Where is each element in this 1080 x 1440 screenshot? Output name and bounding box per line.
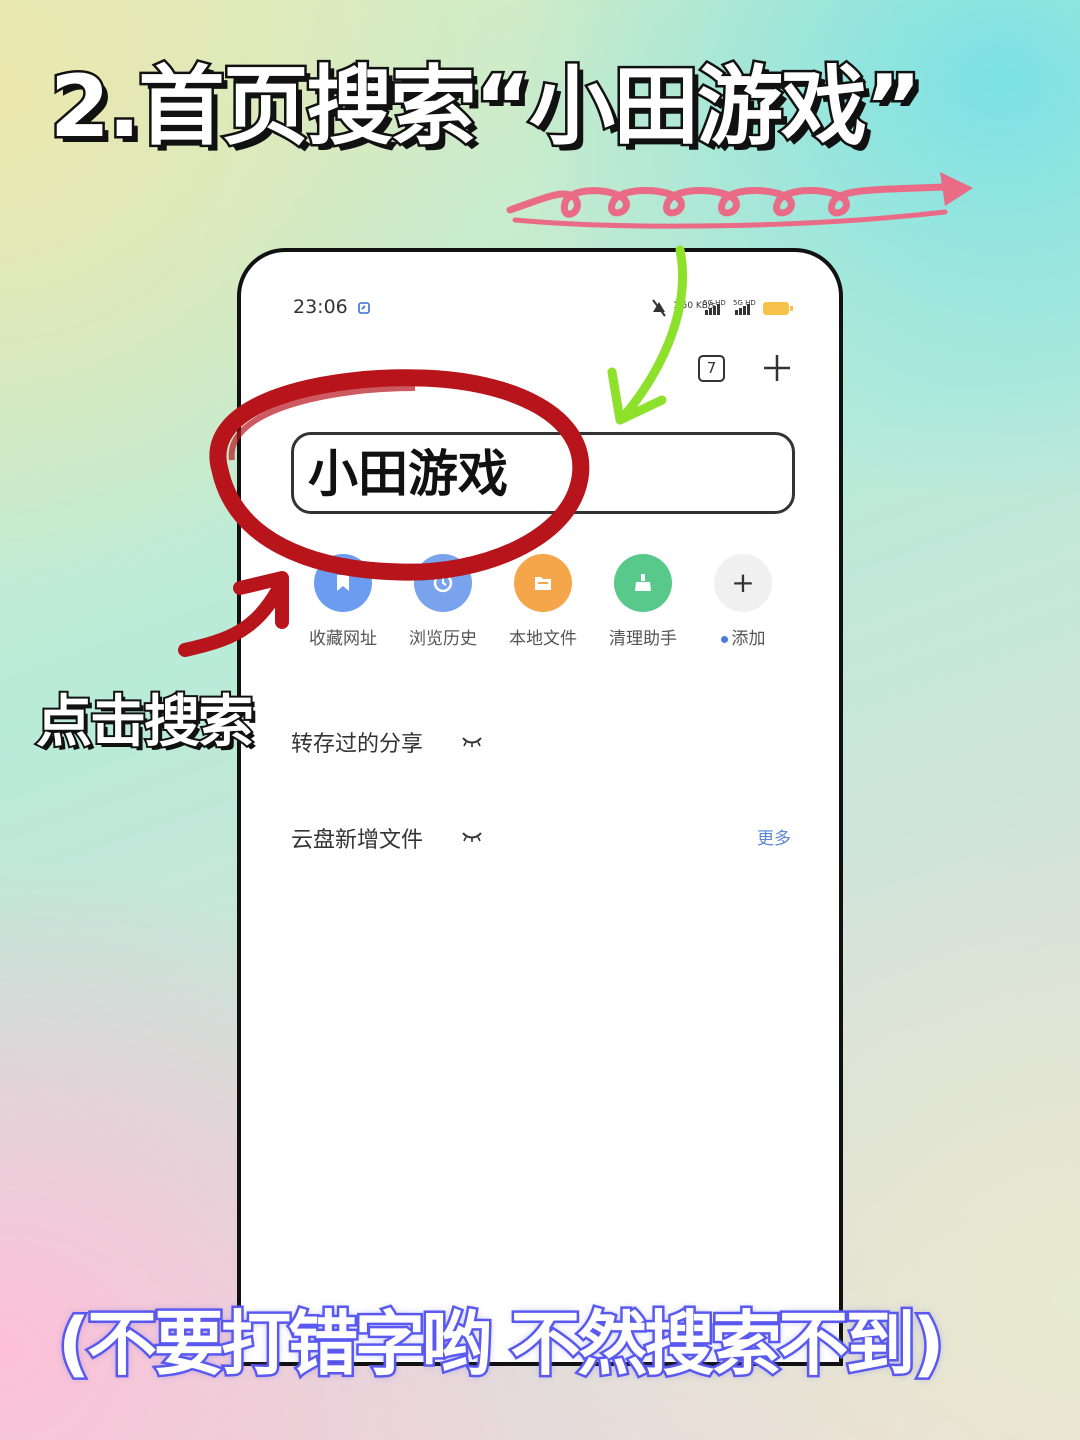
eye-closed-icon[interactable] [461, 829, 483, 843]
shortcut-add[interactable]: + 添加 [693, 548, 793, 649]
shortcut-label: 浏览历史 [409, 629, 477, 649]
folder-icon [514, 554, 572, 612]
plus-icon[interactable] [761, 352, 793, 384]
shortcut-label: 收藏网址 [309, 629, 377, 649]
status-icons: 1.50 KB/s 5G HD 5G HD [652, 299, 793, 317]
signal-label-1: 5G HD [703, 299, 726, 307]
shortcut-label: 添加 [731, 629, 766, 649]
status-time: 23:06 [293, 296, 348, 318]
shortcut-label: 清理助手 [609, 629, 677, 649]
eye-closed-icon[interactable] [461, 734, 483, 748]
tab-count-button[interactable]: 7 [698, 355, 725, 382]
signal-label-2: 5G HD [733, 299, 756, 307]
search-input[interactable]: 小田游戏 [291, 432, 795, 514]
history-icon [414, 554, 472, 612]
shortcut-history[interactable]: 浏览历史 [393, 548, 493, 649]
plus-icon: + [714, 554, 772, 612]
broom-icon [614, 554, 672, 612]
notification-icon [358, 302, 370, 314]
headline: 2.首页搜索“小田游戏” [48, 55, 925, 160]
shortcut-bookmarks[interactable]: 收藏网址 [293, 548, 393, 649]
warning-note: (不要打错字哟 不然搜索不到) [56, 1301, 947, 1388]
shortcut-local-files[interactable]: 本地文件 [493, 548, 593, 649]
shortcut-cleaner[interactable]: 清理助手 [593, 548, 693, 649]
search-input-value: 小田游戏 [308, 445, 508, 503]
section-cloud-new-files: 云盘新增文件 [291, 828, 424, 853]
section-saved-shares: 转存过的分享 [291, 732, 424, 757]
tap-search-label: 点击搜索 [34, 688, 256, 757]
shortcut-label: 本地文件 [509, 629, 577, 649]
phone-screen: 23:06 1.50 KB/s 5G HD 5G HD 7 小田游戏 收藏网址 [237, 248, 843, 1366]
new-dot [720, 635, 728, 643]
shortcut-row: 收藏网址 浏览历史 本地文件 清理助手 + 添加 [293, 548, 793, 649]
more-link[interactable]: 更多 [757, 824, 791, 849]
squiggle-arrow-icon [506, 172, 973, 229]
bookmark-icon [314, 554, 372, 612]
